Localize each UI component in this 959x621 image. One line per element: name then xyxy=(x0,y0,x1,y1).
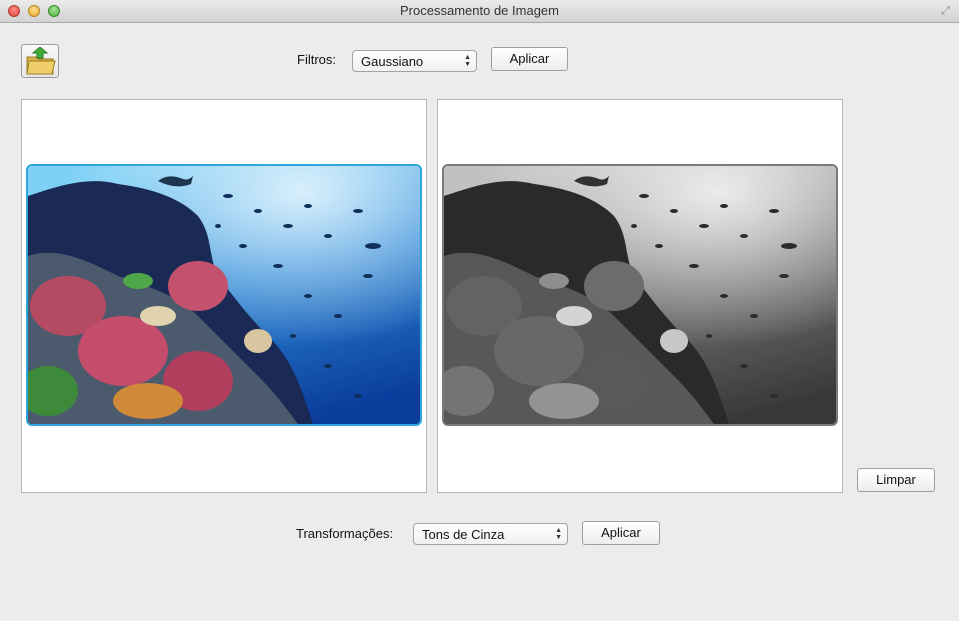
apply-filter-button[interactable]: Aplicar xyxy=(491,47,568,71)
select-arrows-icon: ▲ ▼ xyxy=(555,527,562,541)
transform-label: Transformações: xyxy=(296,526,394,541)
open-image-button[interactable] xyxy=(21,44,59,78)
clear-button[interactable]: Limpar xyxy=(857,468,935,492)
window-title: Processamento de Imagem xyxy=(400,3,559,18)
filters-label: Filtros: xyxy=(297,52,336,67)
transform-select-value: Tons de Cinza xyxy=(422,527,505,542)
fullscreen-icon[interactable]: ⤢ xyxy=(941,5,953,17)
original-image xyxy=(26,164,422,426)
processed-image xyxy=(442,164,838,426)
original-image-panel xyxy=(21,99,427,493)
apply-transform-button[interactable]: Aplicar xyxy=(582,521,660,545)
title-bar: Processamento de Imagem ⤢ xyxy=(0,0,959,23)
folder-open-icon xyxy=(26,47,56,75)
filters-select[interactable]: Gaussiano ▲ ▼ xyxy=(352,50,477,72)
filters-select-value: Gaussiano xyxy=(361,54,424,69)
transform-select[interactable]: Tons de Cinza ▲ ▼ xyxy=(413,523,568,545)
processed-image-panel xyxy=(437,99,843,493)
select-arrows-icon: ▲ ▼ xyxy=(464,54,471,68)
